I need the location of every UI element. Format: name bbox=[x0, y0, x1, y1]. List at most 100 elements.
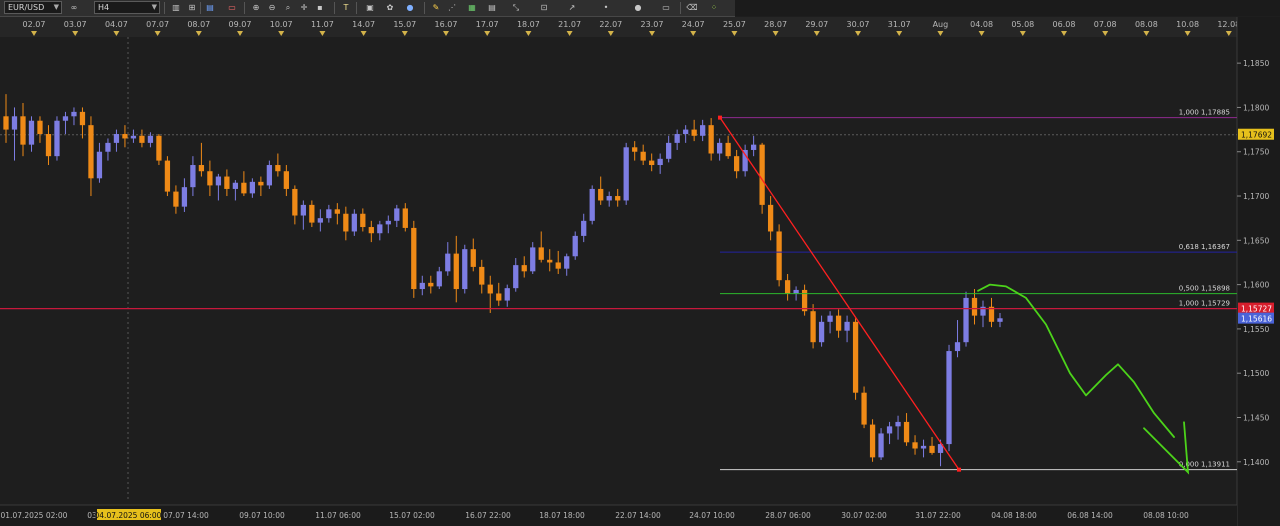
candle-body bbox=[181, 187, 188, 207]
chevron-down-icon: ▼ bbox=[53, 3, 59, 11]
candle-body bbox=[394, 208, 400, 221]
zoom-in-icon[interactable]: ⊕ bbox=[250, 2, 262, 13]
window-icon[interactable]: ▦ bbox=[466, 2, 478, 13]
candle-body bbox=[530, 247, 536, 272]
candle-body bbox=[156, 135, 162, 161]
trend-anchor-handle[interactable] bbox=[718, 115, 722, 120]
price-axis bbox=[1237, 17, 1280, 526]
fibonacci-icon[interactable]: ▤ bbox=[486, 2, 498, 13]
candle-body bbox=[71, 111, 77, 117]
bottom-date-label: 24.07 10:00 bbox=[689, 511, 735, 520]
candle-body bbox=[717, 142, 723, 154]
candle-body bbox=[581, 220, 587, 236]
candle-body bbox=[411, 227, 417, 290]
link-icon[interactable]: ∞ bbox=[68, 2, 80, 13]
text-tool-icon[interactable]: T bbox=[340, 2, 352, 13]
toolbar-empty-area bbox=[735, 0, 1280, 16]
candle-body bbox=[436, 271, 442, 287]
bottom-date-label: 28.07 06:00 bbox=[765, 511, 811, 520]
fib-level-label: 1,000 1,17885 bbox=[1179, 109, 1230, 117]
candle-body bbox=[173, 191, 179, 207]
trend-tool-icon[interactable]: ⋰ bbox=[446, 2, 458, 13]
candle-body bbox=[224, 176, 230, 189]
top-date-label: 11.07 bbox=[311, 20, 334, 29]
top-date-label: 05.08 bbox=[1011, 20, 1034, 29]
sphere-icon[interactable]: ● bbox=[632, 2, 644, 13]
top-date-label: 23.07 bbox=[641, 20, 664, 29]
candle-body bbox=[309, 204, 315, 223]
candle-body bbox=[564, 256, 570, 269]
candle-body bbox=[861, 392, 867, 425]
candle-body bbox=[504, 288, 510, 301]
note-icon[interactable]: ▣ bbox=[364, 2, 376, 13]
candle-body bbox=[555, 262, 561, 269]
candle-body bbox=[810, 311, 816, 343]
candle-body bbox=[113, 134, 120, 143]
shapes-icon[interactable]: ⤡ bbox=[510, 2, 522, 13]
symbol-select[interactable]: EUR/USD ▼ bbox=[4, 1, 62, 14]
line-chart-icon[interactable]: ▤ bbox=[204, 2, 216, 13]
candle-body bbox=[971, 297, 978, 316]
timeframe-select[interactable]: H4 ▼ bbox=[94, 1, 160, 14]
candle-body bbox=[139, 135, 145, 143]
support-line-label: 1,000 1,15729 bbox=[1179, 300, 1230, 308]
search-icon[interactable]: ⌕ bbox=[282, 2, 294, 13]
candle-body bbox=[258, 181, 264, 186]
top-date-label: 17.07 bbox=[476, 20, 499, 29]
candle-body bbox=[190, 165, 196, 188]
sphere-icon[interactable]: • bbox=[600, 2, 612, 13]
top-date-label: 14.07 bbox=[352, 20, 375, 29]
candle-body bbox=[997, 318, 1003, 322]
candle-body bbox=[767, 204, 774, 232]
chevron-down-icon: ▼ bbox=[151, 3, 157, 11]
top-date-label: 10.07 bbox=[270, 20, 293, 29]
bottom-date-label: 08.08 10:00 bbox=[1143, 511, 1189, 520]
color-palette-icon[interactable]: ✿ bbox=[384, 2, 396, 13]
indicators-icon[interactable]: ⁘ bbox=[708, 2, 720, 13]
bottom-date-label: 01.07.2025 02:00 bbox=[1, 511, 68, 520]
bottom-date-label: 09.07 10:00 bbox=[239, 511, 285, 520]
cursor-icon[interactable]: ▪ bbox=[314, 2, 326, 13]
candle-body bbox=[920, 445, 927, 449]
candle-body bbox=[725, 142, 731, 157]
top-date-label: 09.07 bbox=[229, 20, 252, 29]
top-date-label: 10.08 bbox=[1176, 20, 1199, 29]
globe-icon[interactable]: ● bbox=[404, 2, 416, 13]
zoom-out-icon[interactable]: ⊖ bbox=[266, 2, 278, 13]
candle-body bbox=[453, 253, 459, 290]
top-date-label: 08.07 bbox=[187, 20, 210, 29]
eraser-icon[interactable]: ⌫ bbox=[686, 2, 698, 13]
top-date-label: 06.08 bbox=[1053, 20, 1076, 29]
top-date-label: 24.07 bbox=[682, 20, 705, 29]
channel-icon[interactable]: ⊡ bbox=[538, 2, 550, 13]
window-icon[interactable]: ▭ bbox=[660, 2, 672, 13]
arrow-icon[interactable]: ↗ bbox=[566, 2, 578, 13]
toolbar-divider bbox=[356, 2, 357, 14]
bars-icon[interactable]: ⊞ bbox=[186, 2, 198, 13]
top-date-label: 04.08 bbox=[970, 20, 993, 29]
pencil-icon[interactable]: ✎ bbox=[430, 2, 442, 13]
candle-body bbox=[878, 433, 884, 458]
candle-body bbox=[360, 213, 366, 228]
candle-body bbox=[759, 144, 765, 205]
price-axis-label: 1,1800 bbox=[1243, 103, 1269, 112]
candle-body bbox=[3, 116, 9, 130]
candle-body bbox=[547, 259, 553, 263]
candle-body bbox=[428, 282, 434, 287]
bottom-date-label: 22.07 14:00 bbox=[615, 511, 661, 520]
candle-body bbox=[929, 445, 935, 453]
candle-body bbox=[487, 284, 493, 294]
candle-body bbox=[249, 181, 256, 194]
candle-body bbox=[292, 188, 298, 216]
price-axis-label: 1,1650 bbox=[1243, 236, 1269, 245]
candle-body bbox=[198, 165, 205, 172]
trend-anchor-handle[interactable] bbox=[957, 467, 961, 472]
candle-body bbox=[572, 235, 578, 257]
candles-icon[interactable]: ▥ bbox=[170, 2, 182, 13]
bottom-date-label: 04.08 18:00 bbox=[991, 511, 1037, 520]
crosshair-icon[interactable]: ✛ bbox=[298, 2, 310, 13]
candle-body bbox=[20, 116, 26, 145]
indicators-icon[interactable]: ▭ bbox=[226, 2, 238, 13]
price-chart[interactable]: 02.07 03.07 04.07 07.07 08.07 09.07 10.07 11.07… bbox=[0, 17, 1280, 526]
candle-body bbox=[793, 289, 799, 294]
